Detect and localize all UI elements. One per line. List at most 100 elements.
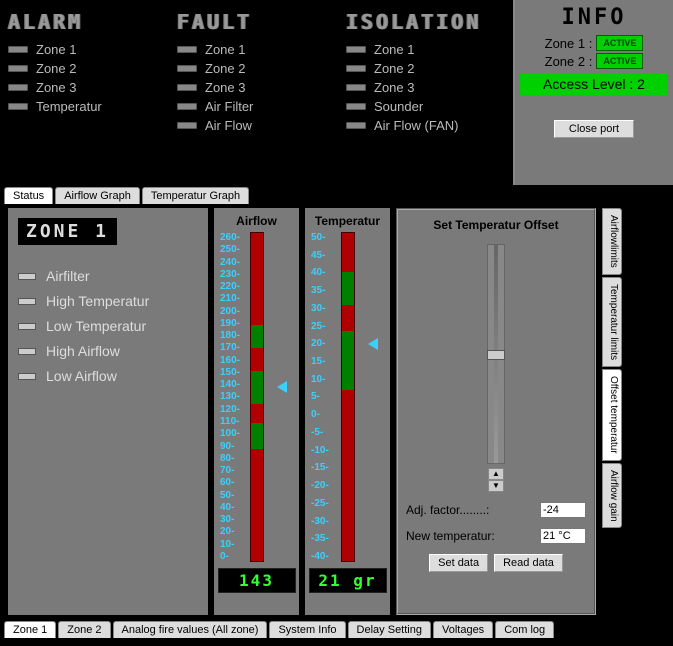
status-led-icon [8,103,28,110]
info-zone2-status: ACTIVE [596,53,643,69]
offset-spin-up-button[interactable]: ▲ [488,468,504,480]
tab-zone-1[interactable]: Zone 1 [4,621,56,638]
tick-label: -10- [311,445,329,456]
led-row: Zone 3 [346,80,505,95]
led-row: Air Flow [177,118,336,133]
tick-label: 10- [311,374,329,385]
led-label: High Temperatur [46,293,149,309]
offset-slider[interactable] [487,244,505,464]
status-led-icon [346,46,366,53]
status-led-icon [18,323,36,330]
tick-label: 45- [311,250,329,261]
tick-label: 0- [220,551,240,562]
tick-label: 190- [220,318,240,329]
led-row: Airfilter [18,268,198,284]
temperatur-gauge: Temperatur 50-45-40-35-30-25-20-15-10-5-… [305,208,390,615]
led-label: Air Flow (FAN) [374,118,459,133]
tick-label: 80- [220,453,240,464]
led-row: Zone 1 [177,42,336,57]
tab-status[interactable]: Status [4,187,53,204]
led-label: Zone 2 [205,61,245,76]
zone-status-panel: ZONE 1 AirfilterHigh TemperaturLow Tempe… [8,208,208,615]
tab-zone-2[interactable]: Zone 2 [58,621,110,638]
adj-factor-input[interactable] [540,502,586,518]
tick-label: 20- [311,338,329,349]
tick-label: 40- [220,502,240,513]
led-row: Zone 2 [346,61,505,76]
tab-com-log[interactable]: Com log [495,621,554,638]
tick-label: 160- [220,355,240,366]
tick-label: 90- [220,441,240,452]
tick-label: -15- [311,462,329,473]
tick-label: 70- [220,465,240,476]
airflow-gauge: Airflow 260-250-240-230-220-210-200-190-… [214,208,299,615]
tab-temperatur-graph[interactable]: Temperatur Graph [142,187,249,204]
led-row: Air Filter [177,99,336,114]
side-tab-temperatur-limits[interactable]: Temperatur limits [602,277,622,367]
fault-header: FAULT [177,10,336,34]
led-row: Zone 2 [177,61,336,76]
set-data-button[interactable]: Set data [429,554,488,572]
led-label: Air Filter [205,99,253,114]
status-led-icon [177,65,197,72]
info-zone1-status: ACTIVE [596,35,643,51]
tick-label: 110- [220,416,240,427]
info-zone2-label: Zone 2 : [545,54,593,69]
adj-factor-label: Adj. factor........: [406,503,534,517]
offset-spin-down-button[interactable]: ▼ [488,480,504,492]
led-row: High Temperatur [18,293,198,309]
led-label: Zone 1 [374,42,414,57]
tick-label: 50- [311,232,329,243]
tab-airflow-graph[interactable]: Airflow Graph [55,187,140,204]
close-port-button[interactable]: Close port [554,120,634,138]
tick-label: -40- [311,551,329,562]
led-row: Low Airflow [18,368,198,384]
tick-label: 240- [220,257,240,268]
new-temperatur-input[interactable] [540,528,586,544]
tick-label: 140- [220,379,240,390]
led-label: Zone 3 [205,80,245,95]
tick-label: 210- [220,293,240,304]
led-row: Low Temperatur [18,318,198,334]
led-row: Temperatur [8,99,167,114]
side-tab-airflow-gain[interactable]: Airflow gain [602,463,622,529]
temperatur-pointer-icon [368,338,378,350]
led-label: Zone 1 [205,42,245,57]
offset-panel: Set Temperatur Offset ▲ ▼ Adj. factor...… [396,208,596,615]
tick-label: 220- [220,281,240,292]
access-level: Access Level : 2 [520,73,668,95]
tick-label: -35- [311,533,329,544]
tick-label: -25- [311,498,329,509]
read-data-button[interactable]: Read data [494,554,563,572]
led-row: Zone 1 [346,42,505,57]
tab-delay-setting[interactable]: Delay Setting [348,621,431,638]
led-label: Zone 3 [374,80,414,95]
status-led-icon [8,65,28,72]
status-led-icon [177,46,197,53]
tab-system-info[interactable]: System Info [269,621,345,638]
tick-label: 30- [220,514,240,525]
led-row: Zone 2 [8,61,167,76]
led-row: Sounder [346,99,505,114]
side-tab-offset-temperatur[interactable]: Offset temperatur [602,369,622,461]
side-tab-airflowlimits[interactable]: Airflowlimits [602,208,622,275]
led-row: High Airflow [18,343,198,359]
led-row: Zone 3 [177,80,336,95]
info-header: INFO [520,5,668,30]
status-led-icon [177,122,197,129]
tab-analog-fire-values-all-zone-[interactable]: Analog fire values (All zone) [113,621,268,638]
tick-label: 130- [220,391,240,402]
alarm-header: ALARM [8,10,167,34]
status-led-icon [346,103,366,110]
led-label: Air Flow [205,118,252,133]
airflow-gauge-title: Airflow [236,214,277,228]
status-led-icon [346,122,366,129]
offset-slider-thumb[interactable] [487,350,505,360]
led-label: Zone 3 [36,80,76,95]
status-led-icon [18,373,36,380]
alarm-column: ALARM Zone 1Zone 2Zone 3Temperatur [8,10,167,175]
led-row: Zone 3 [8,80,167,95]
status-led-icon [8,84,28,91]
tab-voltages[interactable]: Voltages [433,621,493,638]
new-temperatur-label: New temperatur: [406,529,534,543]
